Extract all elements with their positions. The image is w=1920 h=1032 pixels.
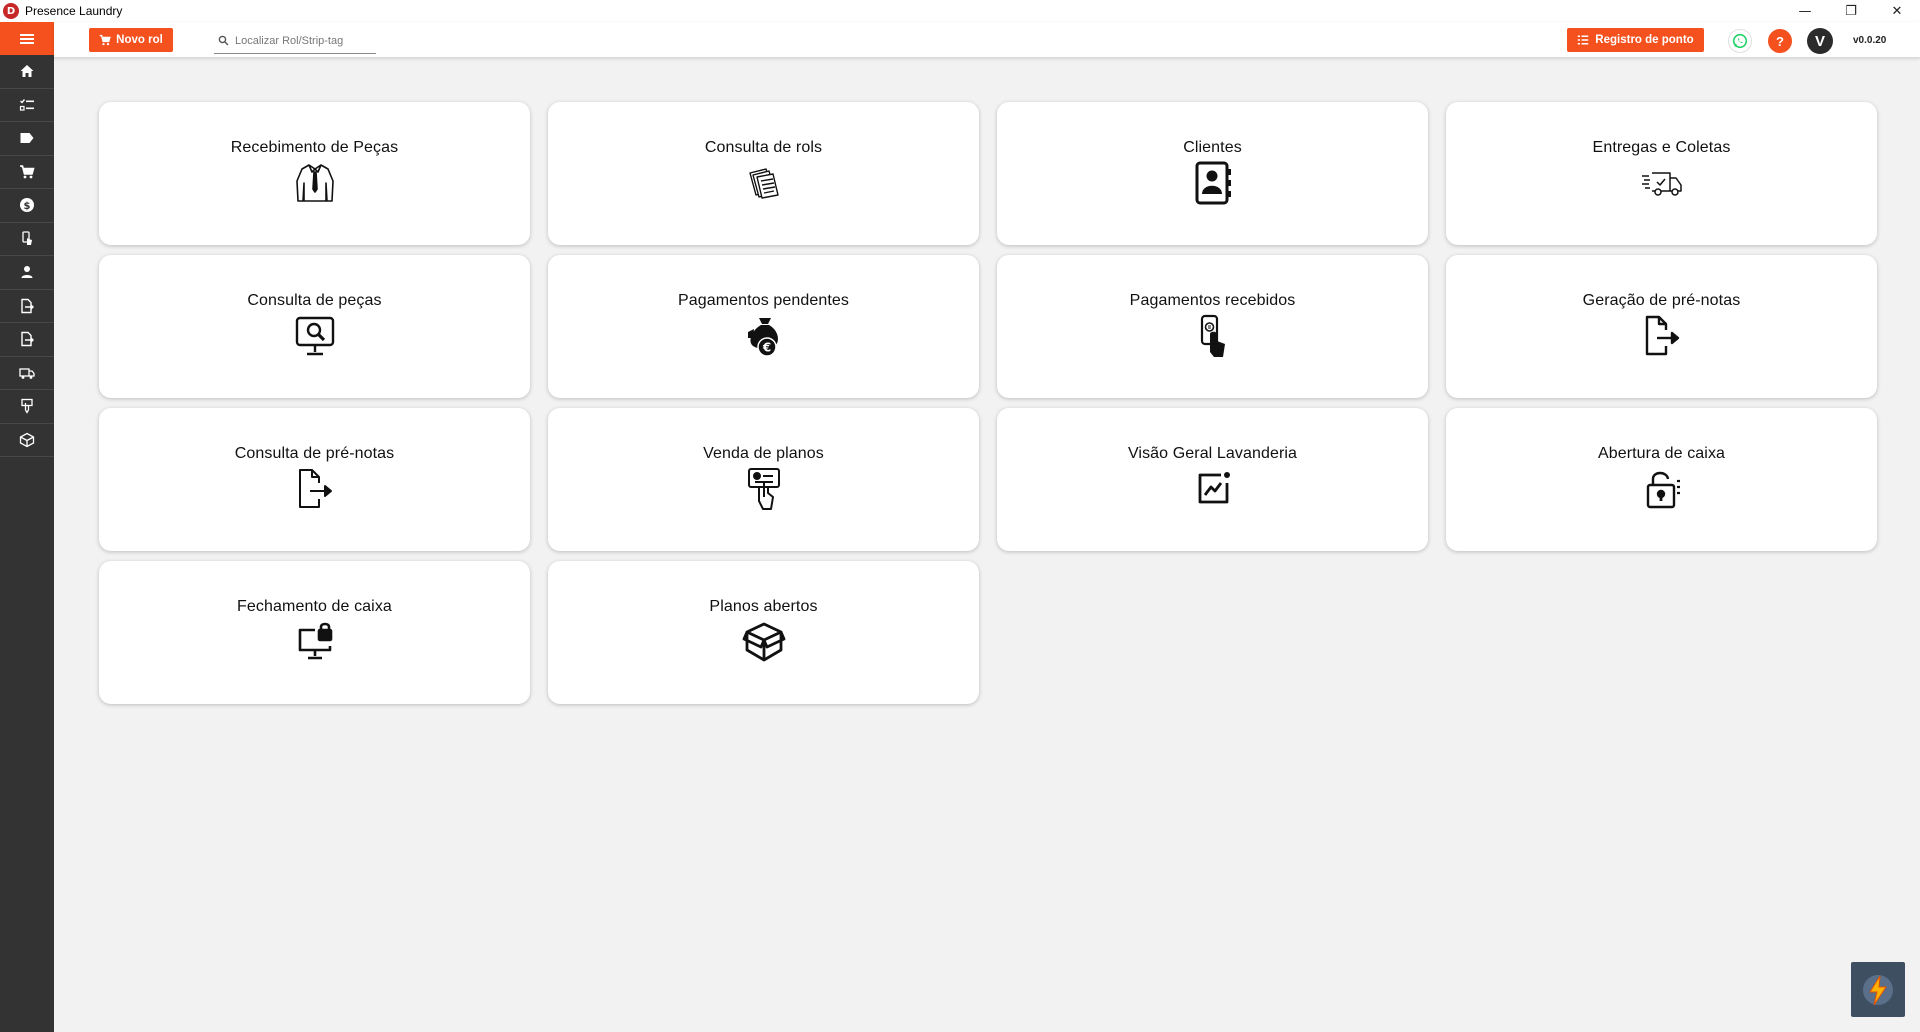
sidebar-item-home[interactable] (0, 55, 54, 89)
hamburger-icon (20, 33, 34, 44)
sidebar-item-deliveries[interactable] (0, 357, 54, 390)
delivery-truck-icon (1641, 172, 1682, 196)
search-icon (218, 35, 229, 46)
card-venda-planos[interactable]: Venda de planos (548, 408, 979, 551)
novo-rol-label: Novo rol (116, 34, 163, 46)
truck-icon (19, 368, 35, 379)
card-fechamento-caixa[interactable]: Fechamento de caixa (99, 561, 530, 704)
chart-frame-icon (1198, 472, 1230, 504)
file-export-icon (1645, 315, 1679, 356)
maximize-button[interactable]: ❐ (1828, 0, 1874, 22)
lock-open-icon (1646, 471, 1680, 509)
papers-icon (748, 168, 779, 199)
window-title: Presence Laundry (25, 4, 123, 18)
card-abertura-caixa[interactable]: Abertura de caixa (1446, 408, 1877, 551)
card-consulta-pecas[interactable]: Consulta de peças (99, 255, 530, 398)
sidebar: $ (0, 22, 54, 1032)
minimize-button[interactable]: — (1782, 0, 1828, 22)
card-label: Clientes (1183, 139, 1242, 156)
card-recebimento-pecas[interactable]: Recebimento de Peças (99, 102, 530, 245)
card-visao-geral[interactable]: Visão Geral Lavanderia (997, 408, 1428, 551)
app-logo-icon: D (3, 3, 19, 19)
lightning-icon (1863, 974, 1893, 1005)
card-pagamentos-recebidos[interactable]: Pagamentos recebidos (997, 255, 1428, 398)
card-label: Visão Geral Lavanderia (1127, 445, 1298, 462)
sidebar-item-finance[interactable]: $ (0, 189, 54, 223)
card-consulta-pre-notas[interactable]: Consulta de pré-notas (99, 408, 530, 551)
search-field[interactable] (214, 28, 376, 54)
plan-sale-icon (21, 399, 33, 415)
sidebar-item-open-plans[interactable] (0, 424, 54, 457)
card-hand-icon (747, 468, 780, 510)
top-toolbar: Novo rol Registro de ponto ? V v0.0.20 (54, 22, 1920, 58)
card-label: Recebimento de Peças (230, 139, 399, 156)
sidebar-item-touch[interactable] (0, 223, 54, 256)
novo-rol-button[interactable]: Novo rol (89, 28, 173, 52)
document-export-icon (21, 298, 34, 313)
open-box-icon (742, 622, 785, 662)
card-label: Abertura de caixa (1597, 445, 1726, 462)
search-input[interactable] (235, 34, 365, 47)
card-clientes[interactable]: Clientes (997, 102, 1428, 245)
card-label: Entregas e Coletas (1592, 139, 1731, 156)
app-version: v0.0.20 (1853, 35, 1887, 46)
money-bag-euro-icon: € (747, 318, 778, 357)
corner-badge[interactable] (1851, 962, 1905, 1017)
menu-toggle-button[interactable] (0, 22, 54, 55)
svg-text:€: € (761, 341, 770, 355)
sidebar-item-clients[interactable] (0, 256, 54, 290)
card-entregas-coletas[interactable]: Entregas e Coletas (1446, 102, 1877, 245)
help-button[interactable]: ? (1768, 29, 1792, 53)
whatsapp-icon (1732, 33, 1748, 49)
sidebar-item-checklist[interactable] (0, 89, 54, 122)
sidebar-item-prenotas-generate[interactable] (0, 290, 54, 323)
card-label: Fechamento de caixa (237, 598, 392, 615)
card-label: Consulta de rols (704, 139, 823, 156)
file-export-outline-icon (298, 469, 332, 508)
card-label: Consulta de pré-notas (234, 445, 395, 462)
card-planos-abertos[interactable]: Planos abertos (548, 561, 979, 704)
shirt-icon (295, 164, 334, 202)
sidebar-item-cart[interactable] (0, 156, 54, 189)
user-avatar[interactable]: V (1807, 28, 1833, 54)
home-icon (20, 65, 34, 78)
svg-text:$: $ (24, 201, 31, 212)
time-list-icon (1578, 35, 1589, 45)
card-label: Venda de planos (703, 445, 824, 462)
sidebar-item-plans[interactable] (0, 390, 54, 424)
cart-icon (99, 34, 111, 46)
monitor-search-icon (295, 316, 334, 356)
card-label: Planos abertos (709, 598, 818, 615)
window-controls: — ❐ ✕ (1782, 0, 1920, 22)
card-pagamentos-pendentes[interactable]: Pagamentos pendentes € (548, 255, 979, 398)
user-icon (21, 266, 33, 279)
whatsapp-button[interactable] (1728, 29, 1752, 53)
sidebar-item-prenotas-query[interactable] (0, 323, 54, 357)
window-titlebar: D Presence Laundry — ❐ ✕ (0, 0, 1920, 22)
checklist-icon (19, 98, 34, 111)
card-label: Pagamentos recebidos (1129, 292, 1296, 309)
registro-ponto-button[interactable]: Registro de ponto (1567, 28, 1704, 52)
cart-icon (20, 164, 35, 179)
contact-book-icon (1195, 161, 1231, 205)
registro-ponto-label: Registro de ponto (1595, 34, 1694, 46)
card-label: Consulta de peças (247, 292, 382, 309)
card-geracao-pre-notas[interactable]: Geração de pré-notas (1446, 255, 1877, 398)
document-export-icon (21, 332, 34, 347)
hand-touch-icon (22, 231, 32, 245)
sidebar-item-tags[interactable] (0, 122, 54, 156)
card-consulta-rols[interactable]: Consulta de rols (548, 102, 979, 245)
box-icon (19, 432, 35, 447)
mobile-payment-icon (1200, 314, 1225, 357)
card-label: Pagamentos pendentes (677, 292, 849, 309)
tag-icon (20, 133, 34, 144)
dollar-icon: $ (20, 198, 34, 213)
monitor-lock-icon (298, 622, 332, 660)
card-label: Geração de pré-notas (1582, 292, 1741, 309)
close-button[interactable]: ✕ (1874, 0, 1920, 22)
